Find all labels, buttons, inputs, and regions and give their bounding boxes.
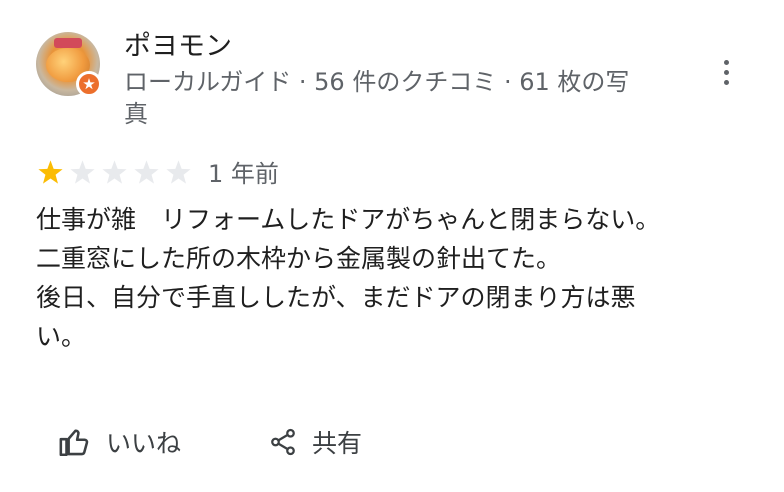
review-time: 1 年前: [208, 160, 279, 188]
thumb-up-icon: [59, 429, 89, 457]
share-button[interactable]: 共有: [268, 420, 362, 464]
star-empty-icon: [134, 160, 159, 184]
share-label: 共有: [312, 429, 363, 458]
share-icon: [271, 428, 295, 456]
review-line: 二重窓にした所の木枠から金属製の針出てた。: [36, 244, 562, 273]
star-empty-icon: [70, 160, 95, 184]
star-empty-icon: [102, 160, 127, 184]
review-line: 仕事が雑 リフォームしたドアがちゃんと閉まらない。: [36, 205, 661, 234]
local-guide-badge-icon: [76, 71, 102, 97]
more-vert-icon-dot: [723, 79, 729, 85]
like-button[interactable]: いいね: [58, 420, 181, 464]
star-empty-icon: [166, 160, 191, 184]
more-options-button[interactable]: [714, 52, 738, 92]
reviewer-meta: ローカルガイド · 56 件のクチコミ · 61 枚の写 真: [124, 66, 704, 130]
star-filled-icon: [38, 160, 63, 184]
reviewer-meta-line: 真: [124, 100, 148, 128]
more-vert-icon-dot: [723, 69, 729, 75]
local-guide-star-icon: [83, 78, 95, 90]
review-line: 後日、自分で手直ししたが、まだドアの閉まり方は悪: [36, 283, 636, 312]
like-label: いいね: [106, 429, 182, 458]
review-line: い。: [36, 322, 87, 351]
more-vert-icon-dot: [723, 59, 729, 65]
reviewer-name[interactable]: ポヨモン: [124, 30, 232, 64]
avatar-decoration: [54, 38, 82, 48]
review-text: 仕事が雑 リフォームしたドアがちゃんと閉まらない。 二重窓にした所の木枠から金属…: [36, 200, 752, 356]
reviewer-meta-line: ローカルガイド · 56 件のクチコミ · 61 枚の写: [124, 68, 630, 96]
star-rating: [36, 158, 193, 187]
